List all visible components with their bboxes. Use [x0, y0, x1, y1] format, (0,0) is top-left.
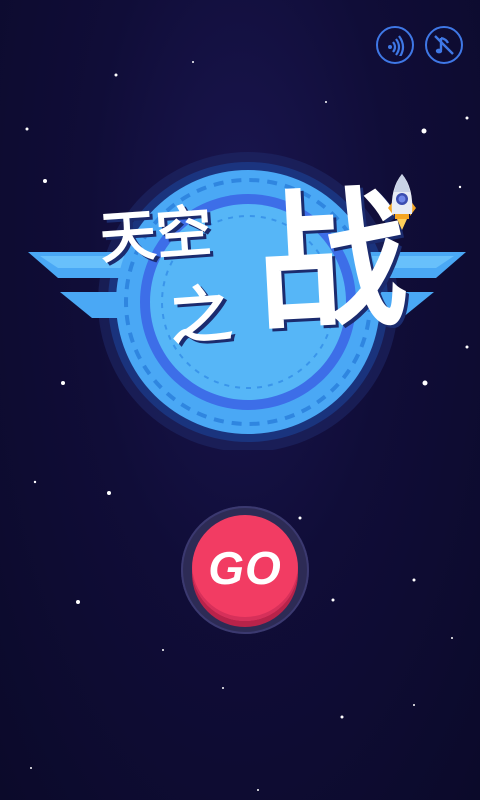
go-button[interactable]: GO	[192, 515, 298, 621]
title-text-part1: 天空	[97, 199, 215, 272]
sound-waves-icon	[388, 35, 405, 56]
rocket-icon	[388, 174, 416, 230]
sound-toggle-button[interactable]	[376, 26, 414, 64]
music-toggle-button[interactable]	[425, 26, 463, 64]
music-off-icon	[434, 35, 454, 55]
title-text-part2: 之	[167, 276, 235, 355]
game-start-screen: 天空 之 战 GO	[0, 0, 480, 800]
